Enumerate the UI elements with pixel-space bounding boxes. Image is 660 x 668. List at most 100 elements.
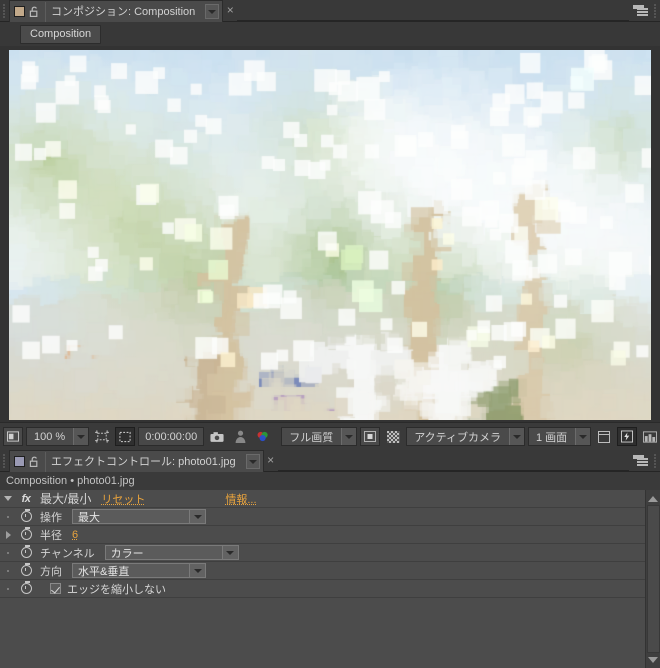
effect-name: 最大/最小 [36, 490, 91, 507]
scroll-thumb[interactable] [647, 505, 660, 653]
tab-effect-controls-menu[interactable] [246, 454, 260, 469]
always-preview-icon[interactable] [3, 427, 23, 446]
property-row-radius[interactable]: 半径 6 [0, 526, 645, 544]
panel-menu-icon [633, 5, 648, 16]
composition-color-swatch [14, 6, 25, 17]
property-row-operation[interactable]: 操作 最大 [0, 508, 645, 526]
region-mask-icon[interactable] [360, 427, 380, 446]
radius-expand-toggle[interactable] [0, 531, 16, 539]
triangle-down-icon [648, 657, 658, 663]
view-layout-select[interactable]: 1 画面 [528, 427, 591, 446]
property-value-dont-shrink-edges: エッジを縮小しない [40, 581, 360, 597]
toggle-transparency-grid-icon[interactable] [115, 427, 135, 446]
panel-menu-icon [633, 455, 648, 466]
reset-link[interactable]: リセット [101, 491, 145, 507]
effect-property-list: fx 最大/最小 リセット 情報... 操作 最大 半径 6 チャンネル カラー… [0, 490, 645, 668]
stopwatch-icon[interactable] [16, 547, 36, 558]
dont-shrink-edges-label: エッジを縮小しない [61, 581, 166, 597]
after-effects-window: コンポジション: Composition × Composition 100 %… [0, 0, 660, 668]
view-layout-label: 1 画面 [529, 429, 575, 445]
composition-viewer[interactable] [9, 50, 651, 420]
property-row-direction[interactable]: 方向 水平&垂直 [0, 562, 645, 580]
breadcrumb: Composition • photo01.jpg [0, 472, 660, 490]
chevron-down-icon [249, 460, 257, 464]
effect-panel-drag-grip[interactable] [0, 450, 9, 471]
scroll-down-button[interactable] [647, 653, 660, 666]
resolution-select[interactable]: フル画質 [281, 427, 357, 446]
property-label-operation: 操作 [36, 509, 62, 525]
zoom-level-caret[interactable] [73, 428, 88, 445]
tab-effect-controls-label: エフェクトコントロール: photo01.jpg [45, 452, 242, 472]
pixel-aspect-icon[interactable] [594, 427, 614, 446]
effect-panel-grip-right[interactable] [651, 450, 660, 471]
tab-composition[interactable]: コンポジション: Composition [9, 0, 223, 22]
resolution-caret[interactable] [341, 428, 356, 445]
direction-value: 水平&垂直 [73, 563, 189, 579]
direction-caret[interactable] [189, 564, 205, 577]
composition-panel-menu-button[interactable] [629, 0, 651, 21]
property-row-channel[interactable]: チャンネル カラー [0, 544, 645, 562]
timeline-icon[interactable] [640, 427, 660, 446]
fx-glyph: fx [22, 493, 31, 505]
effect-controls-body: fx 最大/最小 リセット 情報... 操作 最大 半径 6 チャンネル カラー… [0, 490, 660, 668]
channel-select[interactable]: カラー [105, 545, 239, 560]
stopwatch-icon[interactable] [16, 583, 36, 594]
tab-effect-controls[interactable]: エフェクトコントロール: photo01.jpg [9, 450, 264, 472]
tab-effect-controls-close[interactable]: × [264, 450, 278, 471]
tab-composition-label: コンポジション: Composition [45, 2, 201, 22]
scroll-up-button[interactable] [647, 492, 660, 505]
lock-icon[interactable] [29, 6, 40, 18]
composition-panel-tabbar: コンポジション: Composition × [0, 0, 660, 22]
composition-toolbar: 100 % 0:00:00:00 フル画質 アクティブカメラ 1 画面 [0, 422, 660, 450]
triangle-down-icon [4, 496, 12, 501]
stopwatch-icon[interactable] [16, 511, 36, 522]
property-bullet [0, 570, 16, 572]
effect-color-swatch [14, 456, 25, 467]
current-time-field[interactable]: 0:00:00:00 [138, 427, 204, 446]
property-value-direction: 水平&垂直 [62, 563, 382, 578]
channel-caret[interactable] [222, 546, 238, 559]
panel-grip-right[interactable] [651, 0, 660, 21]
about-link[interactable]: 情報... [225, 491, 256, 507]
show-snapshot-icon[interactable] [230, 427, 250, 446]
channel-rgb-icon[interactable] [253, 427, 273, 446]
fx-icon[interactable]: fx [16, 493, 36, 505]
composition-name-button[interactable]: Composition [20, 25, 101, 44]
zoom-level-select[interactable]: 100 % [26, 427, 89, 446]
property-value-radius: 6 [62, 529, 382, 541]
alpha-checker-icon[interactable] [383, 427, 403, 446]
empty-area [0, 598, 645, 658]
effect-expand-toggle[interactable] [0, 496, 16, 501]
property-value-channel: カラー [95, 545, 415, 560]
operation-caret[interactable] [189, 510, 205, 523]
dont-shrink-edges-checkbox[interactable] [50, 583, 61, 594]
property-label-direction: 方向 [36, 563, 62, 579]
radius-value[interactable]: 6 [72, 529, 78, 541]
tab-composition-menu[interactable] [205, 4, 219, 19]
effect-header-actions: リセット 情報... [91, 491, 411, 507]
effect-controls-panel: エフェクトコントロール: photo01.jpg × Composition •… [0, 450, 660, 668]
fast-previews-icon[interactable] [617, 427, 637, 446]
lock-icon[interactable] [29, 456, 40, 468]
property-bullet [0, 588, 16, 590]
camera-view-caret[interactable] [509, 428, 524, 445]
effect-tabbar-filler [278, 450, 629, 471]
property-bullet [0, 552, 16, 554]
camera-view-select[interactable]: アクティブカメラ [406, 427, 525, 446]
tab-composition-close[interactable]: × [223, 0, 237, 21]
stopwatch-icon[interactable] [16, 565, 36, 576]
effect-panel-menu-button[interactable] [629, 450, 651, 471]
effect-panel-scrollbar[interactable] [645, 490, 660, 668]
zoom-level-label: 100 % [27, 431, 73, 443]
operation-select[interactable]: 最大 [72, 509, 206, 524]
camera-view-label: アクティブカメラ [407, 429, 509, 445]
snapshot-camera-icon[interactable] [207, 427, 227, 446]
view-layout-caret[interactable] [575, 428, 590, 445]
property-value-operation: 最大 [62, 509, 382, 524]
stopwatch-icon[interactable] [16, 529, 36, 540]
property-row-dont-shrink-edges[interactable]: エッジを縮小しない [0, 580, 645, 598]
effect-header-row[interactable]: fx 最大/最小 リセット 情報... [0, 490, 645, 508]
region-of-interest-icon[interactable] [92, 427, 112, 446]
direction-select[interactable]: 水平&垂直 [72, 563, 206, 578]
panel-drag-grip[interactable] [0, 0, 9, 21]
